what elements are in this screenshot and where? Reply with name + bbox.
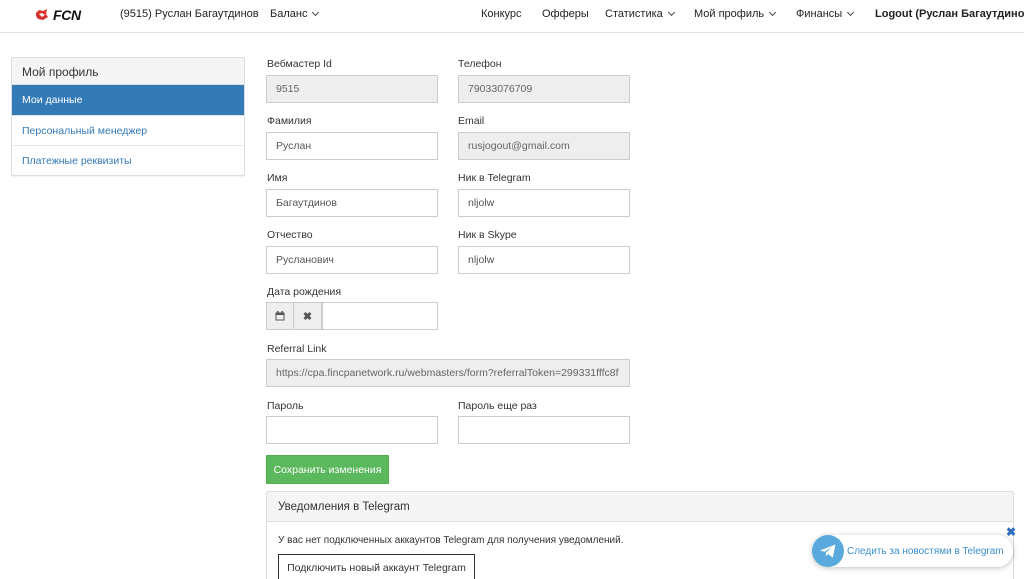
- telegram-follow-label: Следить за новостями в Telegram: [847, 545, 1004, 557]
- last-name-field[interactable]: Руслан: [266, 132, 438, 160]
- sidebar-item-payment-details[interactable]: Платежные реквизиты: [12, 145, 244, 175]
- referral-link-label: Referral Link: [267, 343, 327, 355]
- telegram-nick-field[interactable]: nljolw: [458, 189, 630, 217]
- last-name-label: Фамилия: [267, 115, 312, 127]
- first-name-field[interactable]: Багаутдинов: [266, 189, 438, 217]
- sidebar-item-personal-manager[interactable]: Персональный менеджер: [12, 115, 244, 145]
- logo-text: FCN: [53, 7, 81, 23]
- password-repeat-field[interactable]: [458, 416, 630, 444]
- nav-item-finance-label: Финансы: [796, 8, 843, 20]
- webmaster-id-field[interactable]: 9515: [266, 75, 438, 103]
- email-label: Email: [458, 115, 485, 127]
- logo[interactable]: FCN: [34, 5, 81, 25]
- connect-telegram-button[interactable]: Подключить новый аккаунт Telegram: [278, 554, 475, 579]
- sidebar-title: Мой профиль: [12, 58, 244, 85]
- nav-item-profile-label: Мой профиль: [694, 8, 765, 20]
- referral-link-field[interactable]: https://cpa.fincpanetwork.ru/webmasters/…: [266, 359, 630, 387]
- telegram-icon: [812, 535, 844, 567]
- telegram-panel-text: У вас нет подключенных аккаунтов Telegra…: [278, 535, 624, 546]
- password-repeat-label: Пароль еще раз: [458, 400, 537, 412]
- nav-item-profile-dropdown[interactable]: Мой профиль: [694, 8, 777, 20]
- chevron-down-icon: [312, 8, 320, 17]
- telegram-follow-widget[interactable]: Следить за новостями в Telegram: [812, 535, 1013, 567]
- logout-link[interactable]: Logout (Руслан Багаутдинов): [875, 8, 1024, 20]
- phone-label: Телефон: [458, 58, 502, 70]
- chevron-down-icon: [769, 8, 777, 17]
- top-navbar: FCN (9515) Руслан Багаутдинов Баланс Кон…: [0, 0, 1024, 33]
- phone-field[interactable]: 79033076709: [458, 75, 630, 103]
- close-icon[interactable]: ✖: [1006, 525, 1016, 539]
- clear-icon: ✖: [302, 310, 313, 323]
- telegram-nick-label: Ник в Telegram: [458, 172, 531, 184]
- logo-icon: [36, 9, 48, 20]
- patronymic-label: Отчество: [267, 229, 313, 241]
- birth-date-input[interactable]: [322, 302, 438, 330]
- profile-sidebar: Мой профиль Мои данные Персональный мене…: [11, 57, 245, 176]
- nav-balance-dropdown[interactable]: Баланс: [270, 8, 320, 20]
- skype-nick-field[interactable]: nljolw: [458, 246, 630, 274]
- nav-item-statistics-label: Статистика: [605, 8, 663, 20]
- skype-nick-label: Ник в Skype: [458, 229, 517, 241]
- email-field[interactable]: rusjogout@gmail.com: [458, 132, 630, 160]
- calendar-icon: [275, 311, 285, 321]
- chevron-down-icon: [847, 8, 855, 17]
- password-label: Пароль: [267, 400, 304, 412]
- nav-item-finance-dropdown[interactable]: Финансы: [796, 8, 855, 20]
- nav-balance-label: Баланс: [270, 8, 308, 20]
- password-field[interactable]: [266, 416, 438, 444]
- clear-date-button[interactable]: ✖: [294, 302, 322, 330]
- save-changes-button[interactable]: Сохранить изменения: [266, 455, 389, 484]
- first-name-label: Имя: [267, 172, 288, 184]
- nav-item-offers[interactable]: Офферы: [542, 8, 589, 20]
- birth-date-label: Дата рождения: [267, 286, 342, 298]
- patronymic-field[interactable]: Русланович: [266, 246, 438, 274]
- sidebar-item-my-data[interactable]: Мои данные: [12, 85, 244, 115]
- telegram-panel-title: Уведомления в Telegram: [267, 492, 1013, 522]
- birth-date-group: ✖: [266, 302, 438, 330]
- webmaster-id-label: Вебмастер Id: [267, 58, 332, 70]
- chevron-down-icon: [667, 8, 675, 17]
- nav-user-label[interactable]: (9515) Руслан Багаутдинов: [120, 8, 259, 20]
- nav-item-statistics-dropdown[interactable]: Статистика: [605, 8, 675, 20]
- nav-item-contest[interactable]: Конкурс: [481, 8, 522, 20]
- calendar-button[interactable]: [266, 302, 294, 330]
